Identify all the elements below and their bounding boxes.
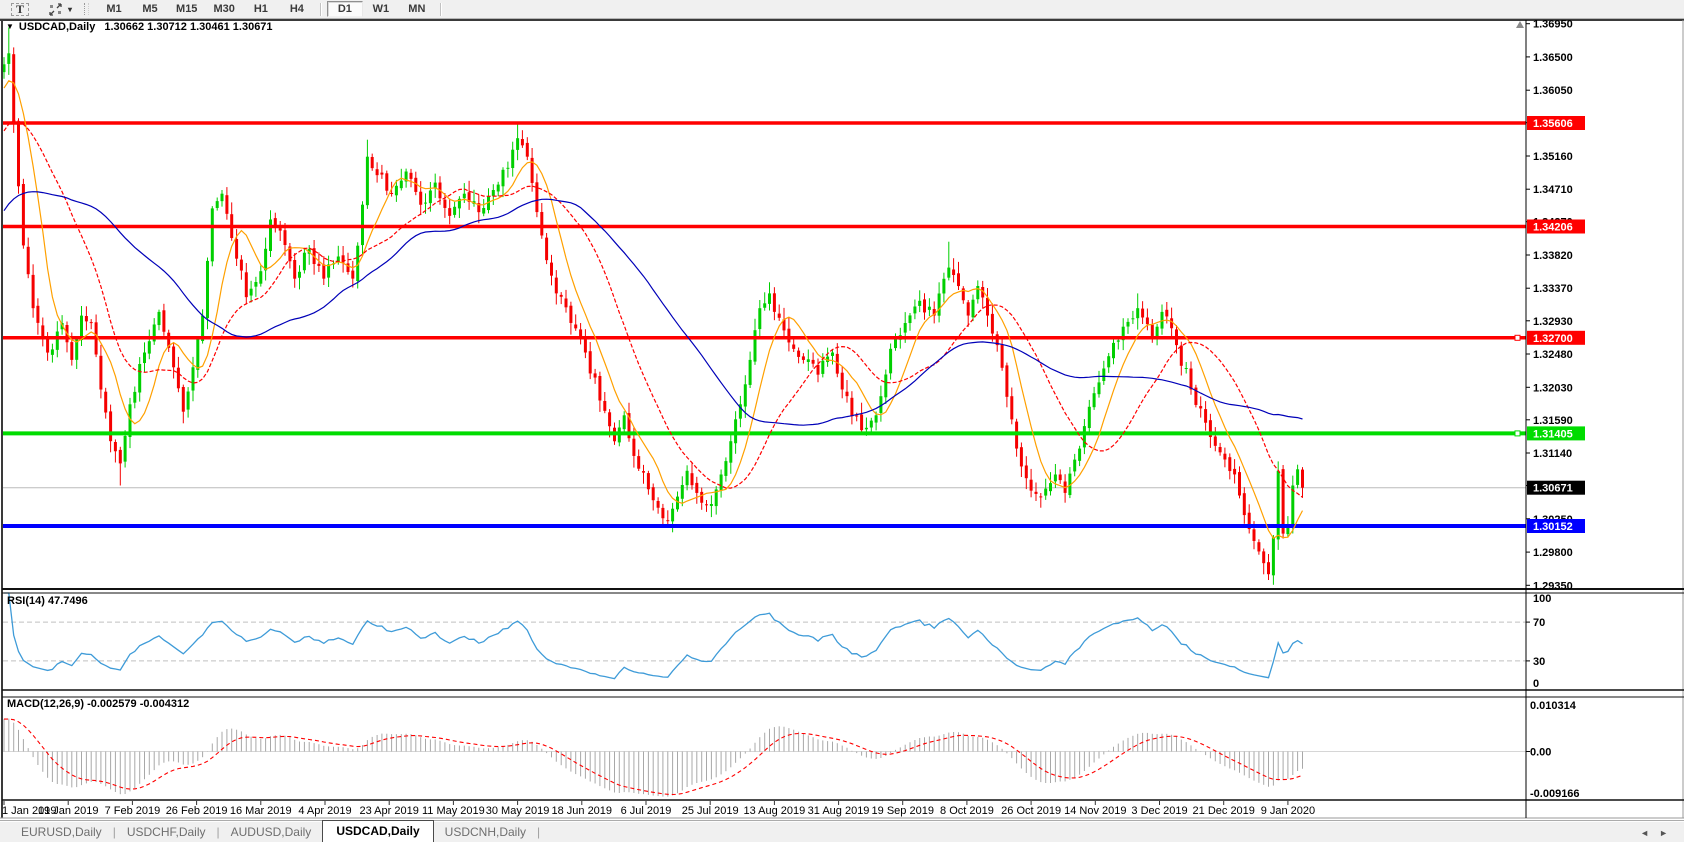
svg-text:6 Jul 2019: 6 Jul 2019 bbox=[621, 805, 672, 817]
rsi-name: RSI(14) bbox=[7, 595, 45, 607]
svg-text:1.29350: 1.29350 bbox=[1533, 580, 1573, 592]
svg-text:18 Jun 2019: 18 Jun 2019 bbox=[551, 805, 612, 817]
svg-text:13 Aug 2019: 13 Aug 2019 bbox=[743, 805, 805, 817]
toolbar-grip[interactable] bbox=[84, 3, 90, 15]
tab-scroll-left-icon[interactable]: ◄ bbox=[1640, 828, 1659, 838]
svg-text:14 Nov 2019: 14 Nov 2019 bbox=[1064, 805, 1126, 817]
chart-symbol-label: USDCAD,Daily bbox=[18, 21, 96, 33]
svg-text:1.33370: 1.33370 bbox=[1533, 283, 1573, 295]
chart-canvas[interactable]: .axlbl{font:700 11px "Liberation Sans",s… bbox=[0, 18, 1684, 820]
svg-text:25 Jul 2019: 25 Jul 2019 bbox=[682, 805, 739, 817]
svg-text:1.32700: 1.32700 bbox=[1533, 333, 1573, 345]
moving-average-lines bbox=[3, 80, 1304, 540]
timeframe-d1-button[interactable]: D1 bbox=[326, 1, 363, 17]
svg-text:16 Mar 2019: 16 Mar 2019 bbox=[230, 805, 292, 817]
timeframe-w1-button[interactable]: W1 bbox=[363, 1, 399, 17]
toolbar-dropdown-button[interactable]: ▾ bbox=[65, 2, 75, 16]
svg-text:1.34206: 1.34206 bbox=[1533, 222, 1573, 234]
svg-text:26 Oct 2019: 26 Oct 2019 bbox=[1001, 805, 1061, 817]
svg-text:1.34710: 1.34710 bbox=[1533, 184, 1573, 196]
tab-scroll-right-icon[interactable]: ► bbox=[1659, 828, 1678, 838]
rsi-value: 47.7496 bbox=[47, 595, 88, 607]
svg-text:1.32030: 1.32030 bbox=[1533, 382, 1573, 394]
svg-text:1.29800: 1.29800 bbox=[1533, 547, 1573, 559]
crosshair-arrows-icon bbox=[49, 2, 62, 16]
svg-text:1.32930: 1.32930 bbox=[1533, 316, 1573, 328]
tab-separator: | bbox=[537, 825, 541, 839]
svg-text:26 Feb 2019: 26 Feb 2019 bbox=[166, 805, 228, 817]
candles-layer bbox=[2, 27, 1304, 585]
svg-text:4 Apr 2019: 4 Apr 2019 bbox=[298, 805, 351, 817]
timeframe-h1-button[interactable]: H1 bbox=[243, 1, 279, 17]
svg-text:0.00: 0.00 bbox=[1530, 747, 1551, 759]
svg-text:11 May 2019: 11 May 2019 bbox=[422, 805, 485, 817]
chevron-down-icon: ▾ bbox=[68, 4, 73, 14]
timeframe-m15-button[interactable]: M15 bbox=[168, 1, 205, 17]
svg-text:19 Sep 2019: 19 Sep 2019 bbox=[872, 805, 934, 817]
axis-scroll-up-icon[interactable] bbox=[1516, 21, 1524, 28]
mt4-window: T ▾ M1 M5 M15 M30 H1 H4 D1 W1 MN ▼ USDCAD… bbox=[0, 0, 1684, 842]
svg-text:1.32480: 1.32480 bbox=[1533, 349, 1573, 361]
svg-text:21 Dec 2019: 21 Dec 2019 bbox=[1193, 805, 1255, 817]
svg-text:1.36050: 1.36050 bbox=[1533, 85, 1573, 97]
svg-text:-0.009166: -0.009166 bbox=[1530, 788, 1580, 800]
svg-text:1.30152: 1.30152 bbox=[1533, 521, 1573, 533]
tab-scroll-arrows: ◄► bbox=[1640, 828, 1678, 838]
svg-text:70: 70 bbox=[1533, 617, 1545, 629]
timeframe-h4-button[interactable]: H4 bbox=[279, 1, 315, 17]
svg-text:31 Aug 2019: 31 Aug 2019 bbox=[808, 805, 870, 817]
svg-text:100: 100 bbox=[1533, 593, 1551, 605]
toolbar-separator bbox=[439, 2, 442, 16]
svg-text:1.31405: 1.31405 bbox=[1533, 428, 1573, 440]
symbol-tab-bar: EURUSD,Daily | USDCHF,Daily | AUDUSD,Dai… bbox=[0, 820, 1684, 842]
date-axis[interactable]: 1 Jan 201919 Jan 2019 7 Feb 2019 26 Feb 20… bbox=[2, 801, 1315, 817]
svg-text:1.36500: 1.36500 bbox=[1533, 52, 1573, 64]
svg-text:1.35160: 1.35160 bbox=[1533, 151, 1573, 163]
tab-audusd-daily[interactable]: AUDUSD,Daily bbox=[220, 822, 323, 842]
svg-text:8 Oct 2019: 8 Oct 2019 bbox=[940, 805, 994, 817]
svg-text:1.36950: 1.36950 bbox=[1533, 19, 1573, 31]
timeframe-m1-button[interactable]: M1 bbox=[96, 1, 132, 17]
chart-dropdown-icon[interactable]: ▼ bbox=[6, 22, 14, 31]
svg-text:3 Dec 2019: 3 Dec 2019 bbox=[1131, 805, 1187, 817]
timeframe-m30-button[interactable]: M30 bbox=[205, 1, 242, 17]
tab-eurusd-daily[interactable]: EURUSD,Daily bbox=[10, 822, 113, 842]
svg-text:1.31140: 1.31140 bbox=[1533, 448, 1572, 460]
price-axis[interactable]: 1.369501.365001.360501.356101.351601.347… bbox=[1526, 19, 1573, 593]
chart-title: ▼ USDCAD,Daily 1.30662 1.30712 1.30461 1.3… bbox=[6, 21, 273, 33]
svg-text:30 May 2019: 30 May 2019 bbox=[486, 805, 550, 817]
svg-text:1.31590: 1.31590 bbox=[1533, 415, 1573, 427]
svg-text:9 Jan 2020: 9 Jan 2020 bbox=[1261, 805, 1315, 817]
svg-text:1.35606: 1.35606 bbox=[1533, 118, 1573, 130]
macd-indicator-label: MACD(12,26,9) -0.002579 -0.004312 bbox=[7, 698, 189, 710]
svg-text:0.010314: 0.010314 bbox=[1530, 700, 1577, 712]
tab-usdchf-daily[interactable]: USDCHF,Daily bbox=[116, 822, 217, 842]
svg-text:1.30671: 1.30671 bbox=[1533, 483, 1573, 495]
timeframe-toolbar: T ▾ M1 M5 M15 M30 H1 H4 D1 W1 MN bbox=[0, 0, 1684, 19]
svg-text:1.33820: 1.33820 bbox=[1533, 250, 1573, 262]
svg-text:23 Apr 2019: 23 Apr 2019 bbox=[360, 805, 419, 817]
svg-text:0: 0 bbox=[1533, 678, 1539, 690]
svg-text:7 Feb 2019: 7 Feb 2019 bbox=[105, 805, 161, 817]
svg-text:19 Jan 2019: 19 Jan 2019 bbox=[38, 805, 99, 817]
rsi-pane bbox=[3, 592, 1526, 680]
svg-text:30: 30 bbox=[1533, 656, 1545, 668]
tab-usdcnh-daily[interactable]: USDCNH,Daily bbox=[434, 822, 537, 842]
tab-usdcad-daily[interactable]: USDCAD,Daily bbox=[322, 820, 434, 842]
macd-pane bbox=[3, 718, 1526, 797]
toolbar-separator bbox=[319, 2, 322, 16]
text-tool-label: T bbox=[11, 2, 30, 16]
timeframe-m5-button[interactable]: M5 bbox=[132, 1, 168, 17]
crosshair-arrows-button[interactable] bbox=[46, 2, 65, 16]
text-tool-button[interactable]: T bbox=[4, 2, 36, 16]
macd-values: -0.002579 -0.004312 bbox=[87, 698, 190, 710]
macd-name: MACD(12,26,9) bbox=[7, 698, 85, 710]
chart-ohlc-values: 1.30662 1.30712 1.30461 1.30671 bbox=[104, 21, 273, 33]
rsi-indicator-label: RSI(14) 47.7496 bbox=[7, 595, 88, 607]
timeframe-mn-button[interactable]: MN bbox=[399, 1, 435, 17]
